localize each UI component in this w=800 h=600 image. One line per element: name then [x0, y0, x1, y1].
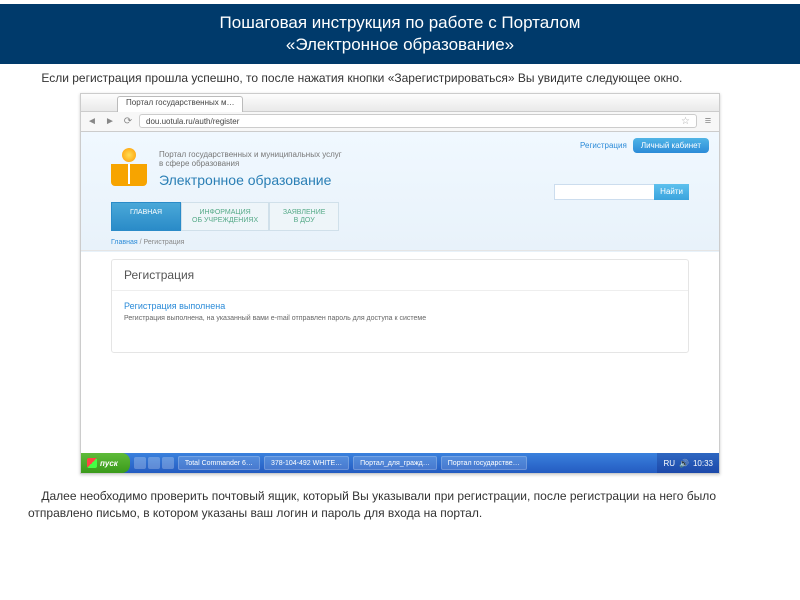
nav-tab-application[interactable]: ЗАЯВЛЕНИЕ В ДОУ — [269, 202, 339, 231]
success-heading: Регистрация выполнена — [124, 301, 676, 311]
intro-text: Если регистрация прошла успешно, то посл… — [0, 60, 800, 93]
tray-time: 10:33 — [693, 459, 713, 468]
content-card: Регистрация Регистрация выполнена Регист… — [111, 259, 689, 353]
register-link[interactable]: Регистрация — [580, 141, 627, 150]
card-title: Регистрация — [112, 260, 688, 291]
url-text: dou.uotula.ru/auth/register — [146, 117, 239, 126]
reload-icon[interactable]: ⟳ — [121, 114, 135, 128]
breadcrumb: Главная / Регистрация — [81, 235, 719, 251]
menu-icon[interactable]: ≡ — [701, 114, 715, 128]
tray-lang[interactable]: RU — [663, 459, 675, 468]
url-bar[interactable]: dou.uotula.ru/auth/register ☆ — [139, 114, 697, 128]
task-item[interactable]: Портал_для_гражд… — [353, 456, 437, 470]
back-icon[interactable]: ◄ — [85, 114, 99, 128]
ql-icon[interactable] — [148, 457, 160, 469]
task-item[interactable]: Портал государстве… — [441, 456, 527, 470]
success-text: Регистрация выполнена, на указанный вами… — [124, 315, 676, 322]
slide-title-bar: Пошаговая инструкция по работе с Портало… — [0, 4, 800, 64]
browser-tab-title: Портал государственных м… — [126, 98, 234, 107]
portal-nav: ГЛАВНАЯ ИНФОРМАЦИЯ ОБ УЧРЕЖДЕНИЯХ ЗАЯВЛЕ… — [81, 202, 719, 231]
nav-tab-info[interactable]: ИНФОРМАЦИЯ ОБ УЧРЕЖДЕНИЯХ — [181, 202, 269, 231]
ql-icon[interactable] — [134, 457, 146, 469]
browser-titlebar: Портал государственных м… — [81, 94, 719, 112]
portal-logo — [111, 150, 147, 186]
start-label: пуск — [100, 459, 118, 468]
forward-icon[interactable]: ► — [103, 114, 117, 128]
search-button[interactable]: Найти — [654, 184, 689, 200]
cabinet-button[interactable]: Личный кабинет — [633, 138, 709, 153]
slide-title-1: Пошаговая инструкция по работе с Портало… — [220, 13, 581, 32]
portal-subtitle: Портал государственных и муниципальных у… — [159, 150, 342, 168]
task-item[interactable]: Total Commander 6… — [178, 456, 260, 470]
task-item[interactable]: 378-104-492 WHITE… — [264, 456, 349, 470]
nav-tab-label: ОБ УЧРЕЖДЕНИЯХ — [192, 217, 258, 225]
portal-title: Электронное образование — [159, 172, 342, 188]
start-button[interactable]: пуск — [81, 453, 130, 473]
nav-tab-label: ИНФОРМАЦИЯ — [192, 209, 258, 217]
nav-tab-label: ЗАЯВЛЕНИЕ — [280, 209, 328, 217]
windows-taskbar: пуск Total Commander 6… 378-104-492 WHIT… — [81, 453, 719, 473]
browser-tab[interactable]: Портал государственных м… — [117, 96, 243, 112]
ql-icon[interactable] — [162, 457, 174, 469]
bookmark-star-icon[interactable]: ☆ — [681, 116, 690, 127]
top-right-links: Регистрация Личный кабинет — [580, 138, 709, 153]
quick-launch — [134, 457, 174, 469]
search-box: Найти — [554, 184, 689, 200]
breadcrumb-home[interactable]: Главная — [111, 239, 138, 246]
tray-icon[interactable]: 🔊 — [679, 459, 689, 468]
nav-tab-main[interactable]: ГЛАВНАЯ — [111, 202, 181, 231]
nav-tab-label: ГЛАВНАЯ — [122, 209, 170, 217]
search-input[interactable] — [554, 184, 654, 200]
browser-screenshot: Портал государственных м… ◄ ► ⟳ dou.uotu… — [80, 93, 720, 474]
breadcrumb-current: Регистрация — [144, 239, 185, 246]
outro-text: Далее необходимо проверить почтовый ящик… — [0, 474, 800, 522]
browser-toolbar: ◄ ► ⟳ dou.uotula.ru/auth/register ☆ ≡ — [81, 112, 719, 132]
slide-title-2: «Электронное образование» — [286, 35, 514, 54]
system-tray[interactable]: RU 🔊 10:33 — [657, 453, 719, 473]
nav-tab-label: В ДОУ — [280, 217, 328, 225]
portal-page: Регистрация Личный кабинет Портал госуда… — [81, 132, 719, 453]
